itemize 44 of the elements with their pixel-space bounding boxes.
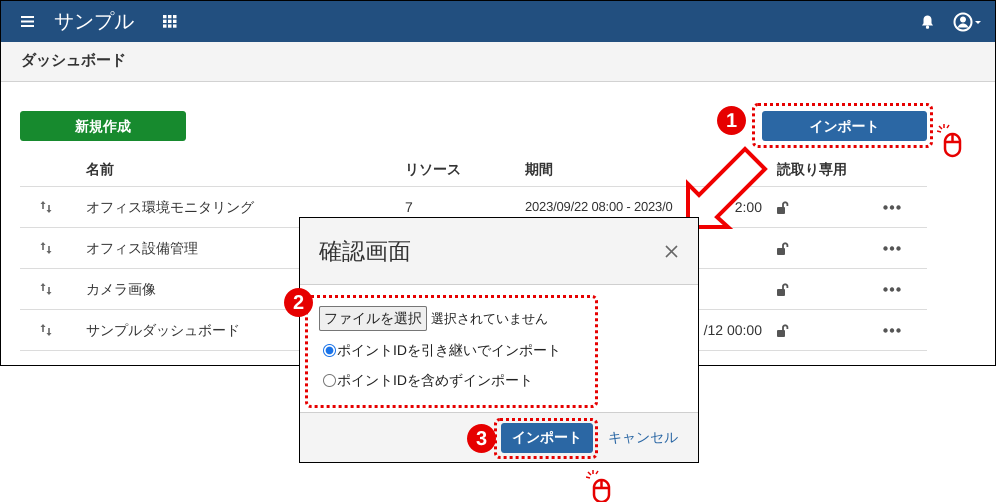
radio-label: ポイントIDを引き継いでインポート [337,340,561,360]
unlocked-icon [777,324,789,336]
more-icon[interactable] [883,286,901,292]
sort-icon[interactable] [40,242,52,254]
mouse-click-icon [586,470,612,502]
cancel-link[interactable]: キャンセル [608,427,678,448]
column-header: 名前 [86,161,114,177]
sort-icon[interactable] [40,283,52,295]
table-cell: オフィス設備管理 [86,240,198,256]
new-button[interactable]: 新規作成 [20,111,186,141]
unlocked-icon [777,200,789,214]
table-cell-text: 2:00 [734,198,762,216]
file-status-text: 選択されていません [431,310,548,328]
table-cell: 7 [405,198,413,214]
page-title: ダッシュボード [21,51,126,72]
close-icon[interactable] [665,244,678,258]
radio-button[interactable] [323,374,336,386]
table-cell-text: 2023/09/22 08:00 - 2023/0 [525,198,673,216]
table-cell: オフィス環境モニタリング [86,198,254,214]
column-header: 読取り専用 [777,161,847,177]
column-header: 期間 [525,161,553,177]
table-cell: カメラ画像 [86,280,156,296]
import-button[interactable]: インポート [762,111,927,141]
table-cell-text: /12 00:00 [704,320,762,340]
import-button[interactable]: インポート [501,422,593,452]
user-account-icon[interactable] [953,12,981,32]
radio-button[interactable] [323,344,336,356]
bell-icon[interactable] [921,14,934,28]
more-icon[interactable] [883,246,901,250]
menu-icon[interactable] [21,16,34,27]
unlocked-icon [777,282,789,296]
file-select-button[interactable]: ファイルを選択 [319,306,427,331]
dialog-title: 確認画面 [319,236,411,266]
sort-icon[interactable] [40,201,52,213]
radio-label: ポイントIDを含めずインポート [337,370,533,390]
mouse-click-icon [937,124,963,158]
more-icon[interactable] [883,204,901,210]
app-title: サンプル [54,10,134,34]
column-header: リソース [405,161,461,177]
sort-icon[interactable] [40,324,52,336]
more-icon[interactable] [883,328,901,332]
table-cell: サンプルダッシュボード [86,322,240,338]
apps-grid-icon[interactable] [163,15,177,28]
unlocked-icon [777,242,789,254]
